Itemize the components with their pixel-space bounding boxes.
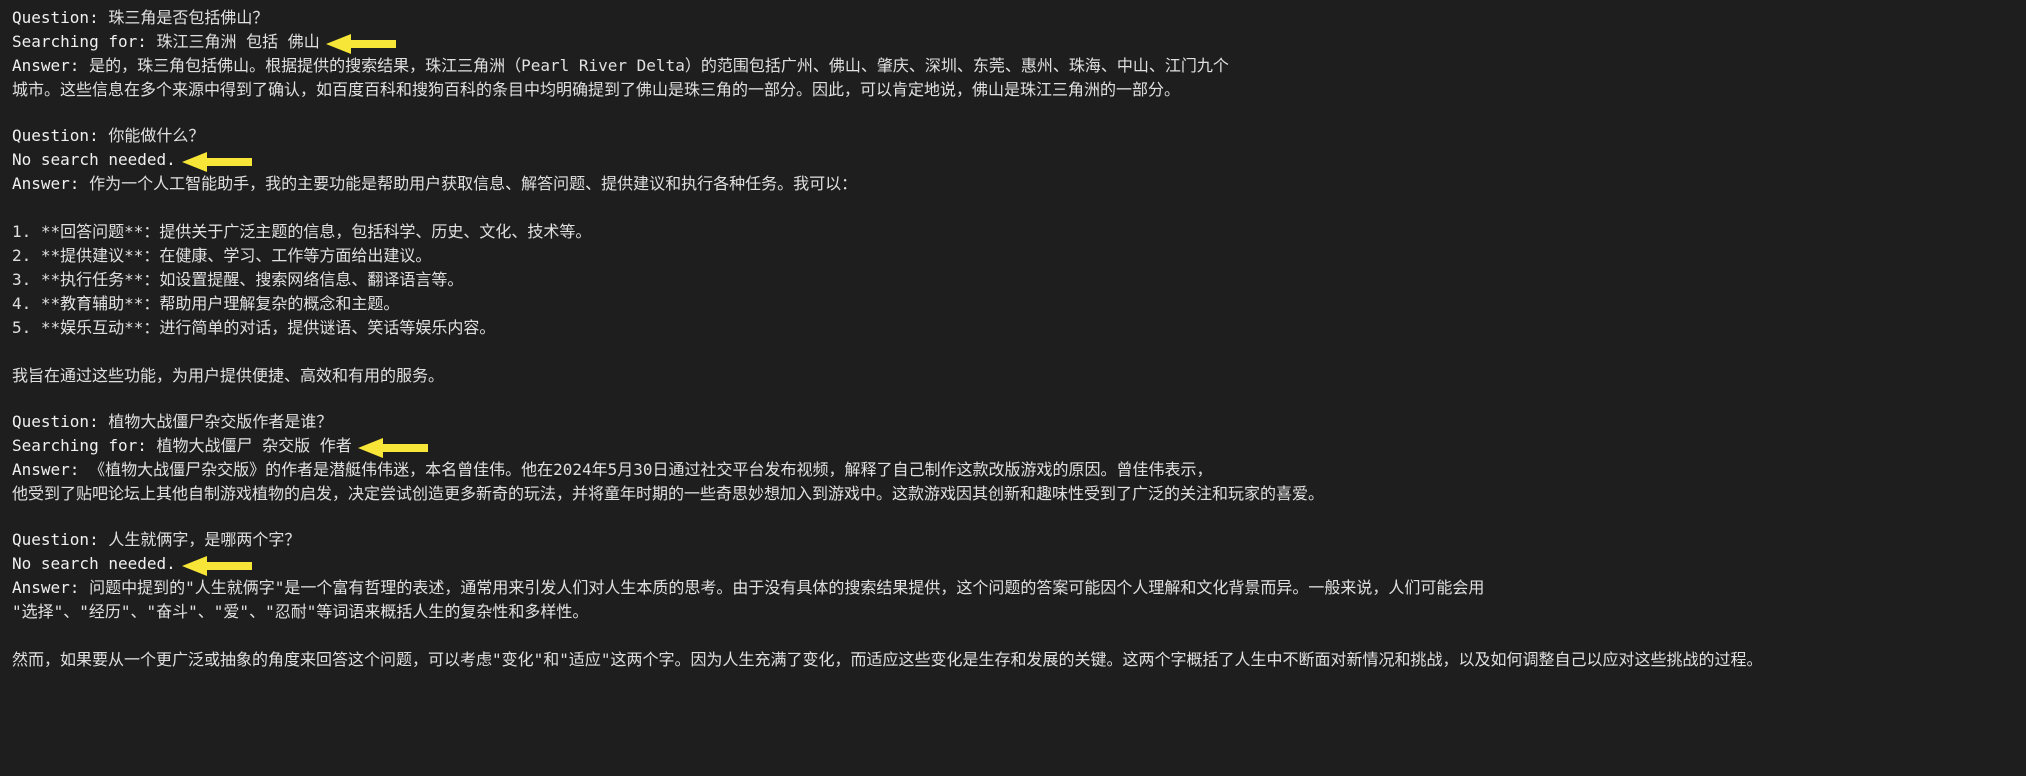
question-label: Question: [12, 6, 108, 30]
annotation-arrow-icon [326, 34, 396, 54]
answer-body: "选择"、"经历"、"奋斗"、"爱"、"忍耐"等词语来概括人生的复杂性和多样性。… [12, 600, 2014, 672]
answer-row: Answer: 是的，珠三角包括佛山。根据提供的搜索结果，珠江三角洲（Pearl… [12, 54, 2014, 78]
answer-body: 城市。这些信息在多个来源中得到了确认，如百度百科和搜狗百科的条目中均明确提到了佛… [12, 78, 2014, 102]
answer-inline: 作为一个人工智能助手，我的主要功能是帮助用户获取信息、解答问题、提供建议和执行各… [89, 172, 857, 196]
answer-label: Answer: [12, 172, 89, 196]
annotation-arrow-icon [358, 438, 428, 458]
answer-row: Answer: 《植物大战僵尸杂交版》的作者是潜艇伟伟迷，本名曾佳伟。他在202… [12, 458, 2014, 482]
no-search-label: No search needed. [12, 148, 176, 172]
qa-block: Question: 植物大战僵尸杂交版作者是谁？Searching for: 植… [12, 410, 2014, 506]
search-query: 珠江三角洲 包括 佛山 [157, 30, 320, 54]
annotation-arrow-icon [182, 556, 252, 576]
question-text: 珠三角是否包括佛山？ [108, 6, 268, 30]
question-text: 植物大战僵尸杂交版作者是谁？ [108, 410, 332, 434]
no-search-row: No search needed. [12, 552, 2014, 576]
question-label: Question: [12, 124, 108, 148]
qa-block: Question: 珠三角是否包括佛山？Searching for: 珠江三角洲… [12, 6, 2014, 102]
question-row: Question: 植物大战僵尸杂交版作者是谁？ [12, 410, 2014, 434]
question-text: 人生就俩字，是哪两个字？ [108, 528, 300, 552]
answer-label: Answer: [12, 54, 89, 78]
answer-inline: 《植物大战僵尸杂交版》的作者是潜艇伟伟迷，本名曾佳伟。他在2024年5月30日通… [89, 458, 1212, 482]
question-text: 你能做什么？ [108, 124, 204, 148]
searching-row: Searching for: 植物大战僵尸 杂交版 作者 [12, 434, 2014, 458]
search-query: 植物大战僵尸 杂交版 作者 [157, 434, 352, 458]
question-row: Question: 人生就俩字，是哪两个字？ [12, 528, 2014, 552]
no-search-label: No search needed. [12, 552, 176, 576]
answer-body: 他受到了贴吧论坛上其他自制游戏植物的启发，决定尝试创造更多新奇的玩法，并将童年时… [12, 482, 2014, 506]
question-row: Question: 你能做什么？ [12, 124, 2014, 148]
answer-row: Answer: 问题中提到的"人生就俩字"是一个富有哲理的表述，通常用来引发人们… [12, 576, 2014, 600]
question-row: Question: 珠三角是否包括佛山？ [12, 6, 2014, 30]
annotation-arrow-icon [182, 152, 252, 172]
searching-label: Searching for: [12, 30, 157, 54]
answer-label: Answer: [12, 458, 89, 482]
no-search-row: No search needed. [12, 148, 2014, 172]
searching-label: Searching for: [12, 434, 157, 458]
answer-inline: 问题中提到的"人生就俩字"是一个富有哲理的表述，通常用来引发人们对人生本质的思考… [89, 576, 1484, 600]
answer-inline: 是的，珠三角包括佛山。根据提供的搜索结果，珠江三角洲（Pearl River D… [89, 54, 1229, 78]
answer-row: Answer: 作为一个人工智能助手，我的主要功能是帮助用户获取信息、解答问题、… [12, 172, 2014, 196]
qa-block: Question: 人生就俩字，是哪两个字？No search needed.A… [12, 528, 2014, 672]
answer-body: 1. **回答问题**：提供关于广泛主题的信息，包括科学、历史、文化、技术等。 … [12, 196, 2014, 388]
searching-row: Searching for: 珠江三角洲 包括 佛山 [12, 30, 2014, 54]
question-label: Question: [12, 528, 108, 552]
answer-label: Answer: [12, 576, 89, 600]
question-label: Question: [12, 410, 108, 434]
qa-block: Question: 你能做什么？No search needed.Answer:… [12, 124, 2014, 388]
